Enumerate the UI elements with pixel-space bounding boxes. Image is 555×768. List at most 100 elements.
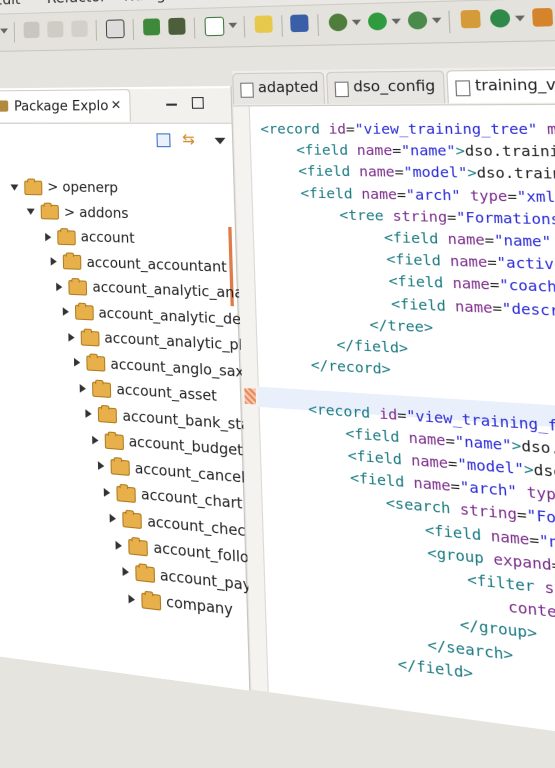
- collapsed-arrow-icon[interactable]: [74, 358, 80, 367]
- code-line: </tree>: [369, 315, 433, 335]
- dropdown-arrow-icon[interactable]: [0, 28, 8, 33]
- code-token: <record: [260, 120, 329, 137]
- editor-tab[interactable]: training_view.x: [446, 68, 555, 103]
- tree-item-label: account: [81, 230, 135, 247]
- tree-item[interactable]: > addons: [27, 204, 129, 229]
- toolbar-separator: [448, 11, 450, 33]
- collapsed-arrow-icon[interactable]: [116, 540, 123, 550]
- minimize-icon[interactable]: [166, 104, 177, 106]
- toolbar-separator: [244, 16, 246, 37]
- package-folder-icon: [86, 355, 105, 371]
- dropdown-arrow-icon[interactable]: [432, 18, 442, 24]
- import-icon[interactable]: [143, 18, 160, 35]
- export-icon[interactable]: [168, 18, 185, 35]
- editor-tab[interactable]: dso_config: [326, 70, 445, 103]
- code-token: name: [361, 185, 397, 202]
- package-explorer-icon: [0, 100, 8, 111]
- menu-refactor[interactable]: Refactor: [47, 0, 107, 7]
- collapsed-arrow-icon[interactable]: [57, 282, 63, 291]
- code-token: name: [455, 297, 493, 316]
- external-tools-icon[interactable]: [408, 11, 428, 29]
- menu-navigate[interactable]: Navigate: [124, 0, 190, 5]
- code-token: "view_training_tree": [354, 120, 538, 137]
- xml-file-icon: [455, 80, 470, 96]
- package-folder-icon: [41, 205, 59, 220]
- dropdown-arrow-icon[interactable]: [228, 23, 237, 29]
- editor-tab-label: training_view.x: [475, 77, 555, 95]
- code-token: type: [526, 483, 555, 505]
- editor-tab-label: dso_config: [353, 78, 436, 96]
- checkbox-icon[interactable]: [204, 17, 224, 37]
- collapsed-arrow-icon[interactable]: [98, 461, 104, 470]
- code-line: <field name="name">dso.training.tree</fi…: [296, 141, 555, 161]
- binary-icon[interactable]: [106, 19, 125, 38]
- package-folder-icon: [116, 485, 136, 502]
- editor-tab[interactable]: adapted: [232, 72, 325, 104]
- toolbar-separator: [133, 19, 135, 40]
- collapsed-arrow-icon[interactable]: [104, 487, 111, 496]
- tree-item-label: > openerp: [47, 180, 118, 197]
- collapsed-arrow-icon[interactable]: [92, 435, 98, 444]
- pin-icon[interactable]: [290, 14, 309, 32]
- toolbar-separator: [194, 17, 196, 38]
- collapsed-arrow-icon[interactable]: [110, 514, 117, 523]
- collapsed-arrow-icon[interactable]: [122, 567, 129, 577]
- code-token: "xml": [516, 187, 555, 205]
- collapsed-arrow-icon[interactable]: [45, 232, 51, 241]
- task-icon[interactable]: [255, 15, 273, 33]
- code-token: dso.training: [476, 164, 555, 183]
- expanded-arrow-icon[interactable]: [10, 184, 18, 190]
- debug-icon[interactable]: [329, 13, 348, 31]
- tab-package-explorer[interactable]: Package Explo ✕: [0, 89, 131, 122]
- save-icon[interactable]: [24, 22, 40, 39]
- dropdown-arrow-icon[interactable]: [515, 15, 525, 21]
- tree-item[interactable]: > openerp: [10, 179, 118, 204]
- new-class-icon[interactable]: [490, 9, 511, 28]
- code-token: "model": [403, 164, 468, 182]
- code-token: name: [359, 163, 395, 180]
- collapsed-arrow-icon[interactable]: [86, 409, 92, 418]
- package-folder-icon: [24, 180, 42, 195]
- collapsed-arrow-icon[interactable]: [68, 333, 74, 342]
- collapse-all-icon[interactable]: [156, 133, 170, 147]
- view-menu-icon[interactable]: [215, 138, 226, 145]
- collapsed-arrow-icon[interactable]: [128, 594, 135, 604]
- close-icon[interactable]: ✕: [111, 98, 122, 113]
- expanded-arrow-icon[interactable]: [27, 209, 35, 215]
- code-token: <tree: [339, 206, 393, 224]
- code-token: name: [450, 252, 488, 271]
- maximize-icon[interactable]: [192, 97, 204, 109]
- collapsed-arrow-icon[interactable]: [62, 307, 68, 316]
- tab-package-explorer-label: Package Explo: [14, 99, 109, 115]
- new-package-icon[interactable]: [460, 10, 480, 29]
- dropdown-arrow-icon[interactable]: [391, 19, 401, 25]
- tree-item[interactable]: account: [45, 229, 135, 255]
- code-token: "Formations": [456, 208, 555, 228]
- print-icon[interactable]: [71, 20, 88, 37]
- run-icon[interactable]: [368, 12, 387, 30]
- menu-search[interactable]: Search: [208, 0, 261, 2]
- xml-file-icon: [240, 83, 254, 98]
- code-token: id: [379, 404, 398, 423]
- dropdown-arrow-icon[interactable]: [352, 20, 361, 26]
- collapsed-arrow-icon[interactable]: [80, 383, 86, 392]
- code-token: />: [551, 232, 555, 251]
- code-token: </tree>: [369, 315, 433, 335]
- save-all-icon[interactable]: [47, 21, 63, 38]
- code-token: <field: [384, 228, 448, 247]
- open-type-icon[interactable]: [532, 8, 553, 27]
- code-token: name: [356, 142, 392, 159]
- code-token: name: [452, 274, 490, 293]
- menu-edit[interactable]: Edit: [0, 0, 20, 9]
- package-folder-icon: [80, 330, 99, 346]
- code-line: <record id="view_training_tree" model="i…: [260, 120, 555, 138]
- code-token: dso.training.tree: [464, 142, 555, 160]
- link-with-editor-icon[interactable]: ⇆: [182, 131, 197, 146]
- code-token: <field: [298, 163, 359, 180]
- collapsed-arrow-icon[interactable]: [51, 257, 57, 266]
- code-token: name: [408, 428, 446, 448]
- package-explorer-tabbar: Package Explo ✕: [0, 88, 232, 124]
- toolbar-separator: [281, 15, 283, 37]
- code-token: "name": [401, 142, 456, 159]
- eclipse-window: EditRefactorNavigateSearchProjectRunWind…: [0, 0, 555, 759]
